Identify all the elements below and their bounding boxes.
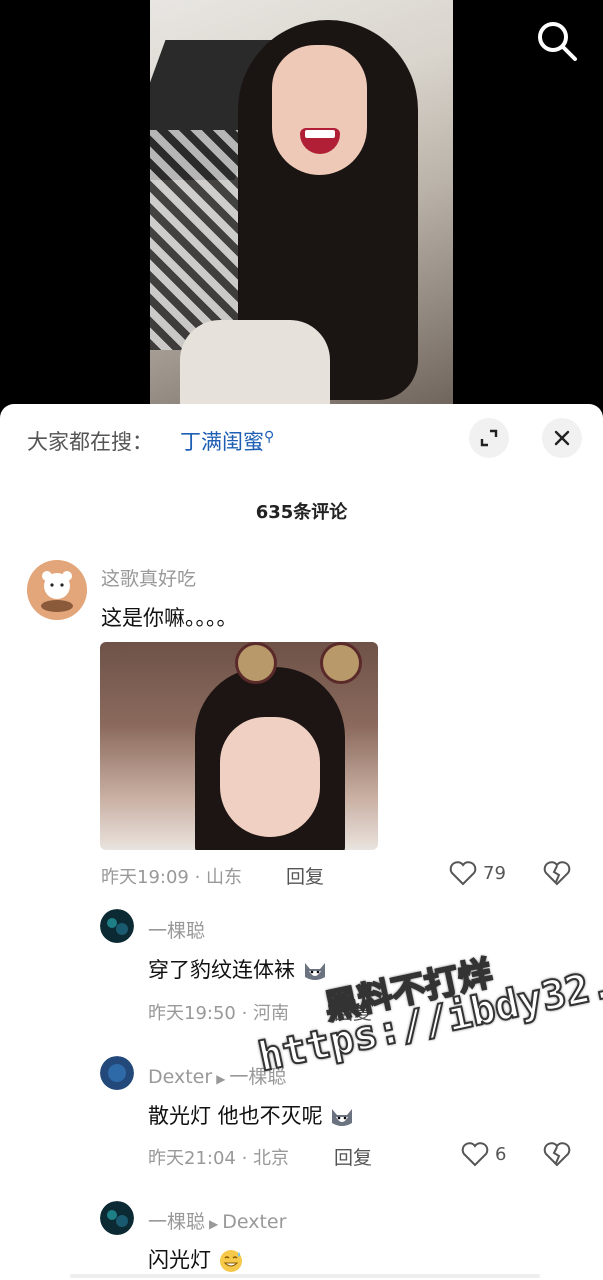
reply-username[interactable]: 一棵聪 [148, 916, 205, 943]
reply-text: 闪光灯 [148, 1248, 211, 1272]
like-button[interactable]: 79 [449, 860, 506, 886]
like-count: 6 [495, 1143, 507, 1165]
like-button[interactable]: 6 [461, 1141, 506, 1167]
reply-text: 穿了豹纹连体袜 [148, 958, 295, 982]
reply-button[interactable]: 回复 [334, 1143, 372, 1170]
video-plaid-shirt [150, 130, 240, 350]
expand-icon [480, 429, 498, 447]
avatar[interactable] [100, 1056, 134, 1090]
video-teeth [305, 130, 335, 138]
comment-time-location: 昨天19:09 · 山东 [101, 867, 243, 888]
broken-heart-icon [543, 1142, 571, 1167]
reply-text: 散光灯 他也不灭呢 [148, 1104, 323, 1128]
comment-username[interactable]: 这歌真好吃 [101, 564, 196, 591]
reply-to-username[interactable]: 一棵聪 [229, 1066, 286, 1088]
comment-count: 635条评论 [255, 502, 348, 523]
reply-text-row: 闪光灯 [148, 1244, 244, 1274]
reply-button[interactable]: 回复 [286, 862, 324, 889]
video-frame [150, 0, 453, 420]
reply-user-row: 一棵聪 ▶ Dexter [148, 1207, 286, 1234]
heart-icon [461, 1142, 489, 1167]
like-count: 79 [483, 862, 506, 884]
photo-headband-ear-right [320, 642, 362, 684]
video-face [272, 45, 367, 175]
reply-text-row: 穿了豹纹连体袜 [148, 954, 328, 984]
close-button[interactable] [542, 418, 582, 458]
reply-button[interactable]: 回复 [334, 998, 372, 1025]
grin-sweat-emoji-icon [219, 1250, 242, 1272]
hot-search-term-link[interactable]: 丁满闺蜜⚲ [180, 426, 274, 456]
reply-username[interactable]: Dexter [148, 1066, 212, 1088]
reply-to-username[interactable]: Dexter [222, 1211, 286, 1233]
broken-heart-icon [543, 861, 571, 886]
photo-face [220, 717, 320, 837]
reply-text-row: 散光灯 他也不灭呢 [148, 1100, 355, 1130]
avatar[interactable] [100, 909, 134, 943]
reply-time-location: 昨天19:50 · 河南 [148, 1003, 290, 1024]
search-icon[interactable] [534, 18, 580, 64]
reply-username[interactable]: 一棵聪 [148, 1211, 205, 1233]
small-search-icon: ⚲ [264, 429, 275, 445]
husky-emoji-icon [332, 1109, 353, 1126]
comment-text: 这是你嘛。。。。 [101, 606, 238, 630]
comment-panel: 大家都在搜： 丁满闺蜜⚲ 635条评论 这歌真好吃 这是你嘛。。。。 昨天19:… [0, 404, 603, 1280]
dislike-button[interactable] [543, 860, 571, 890]
hot-search-term-text: 丁满闺蜜 [180, 430, 264, 454]
close-icon [554, 430, 570, 446]
reply-arrow-icon: ▶ [209, 1217, 219, 1231]
heart-icon [449, 861, 477, 886]
video-player[interactable] [0, 0, 603, 420]
expand-button[interactable] [469, 418, 509, 458]
dislike-button[interactable] [543, 1141, 571, 1171]
husky-emoji-icon [304, 963, 325, 980]
hot-search-label: 大家都在搜： [27, 430, 153, 454]
home-indicator [70, 1274, 540, 1278]
photo-headband-ear-left [235, 642, 277, 684]
reply-user-row: Dexter ▶ 一棵聪 [148, 1062, 286, 1089]
hot-search-bar: 大家都在搜： 丁满闺蜜⚲ [0, 404, 603, 474]
comment-image[interactable] [100, 642, 378, 850]
reply-arrow-icon: ▶ [216, 1072, 226, 1086]
avatar[interactable] [100, 1201, 134, 1235]
reply-time-location: 昨天21:04 · 北京 [148, 1148, 290, 1169]
avatar[interactable] [27, 560, 87, 620]
